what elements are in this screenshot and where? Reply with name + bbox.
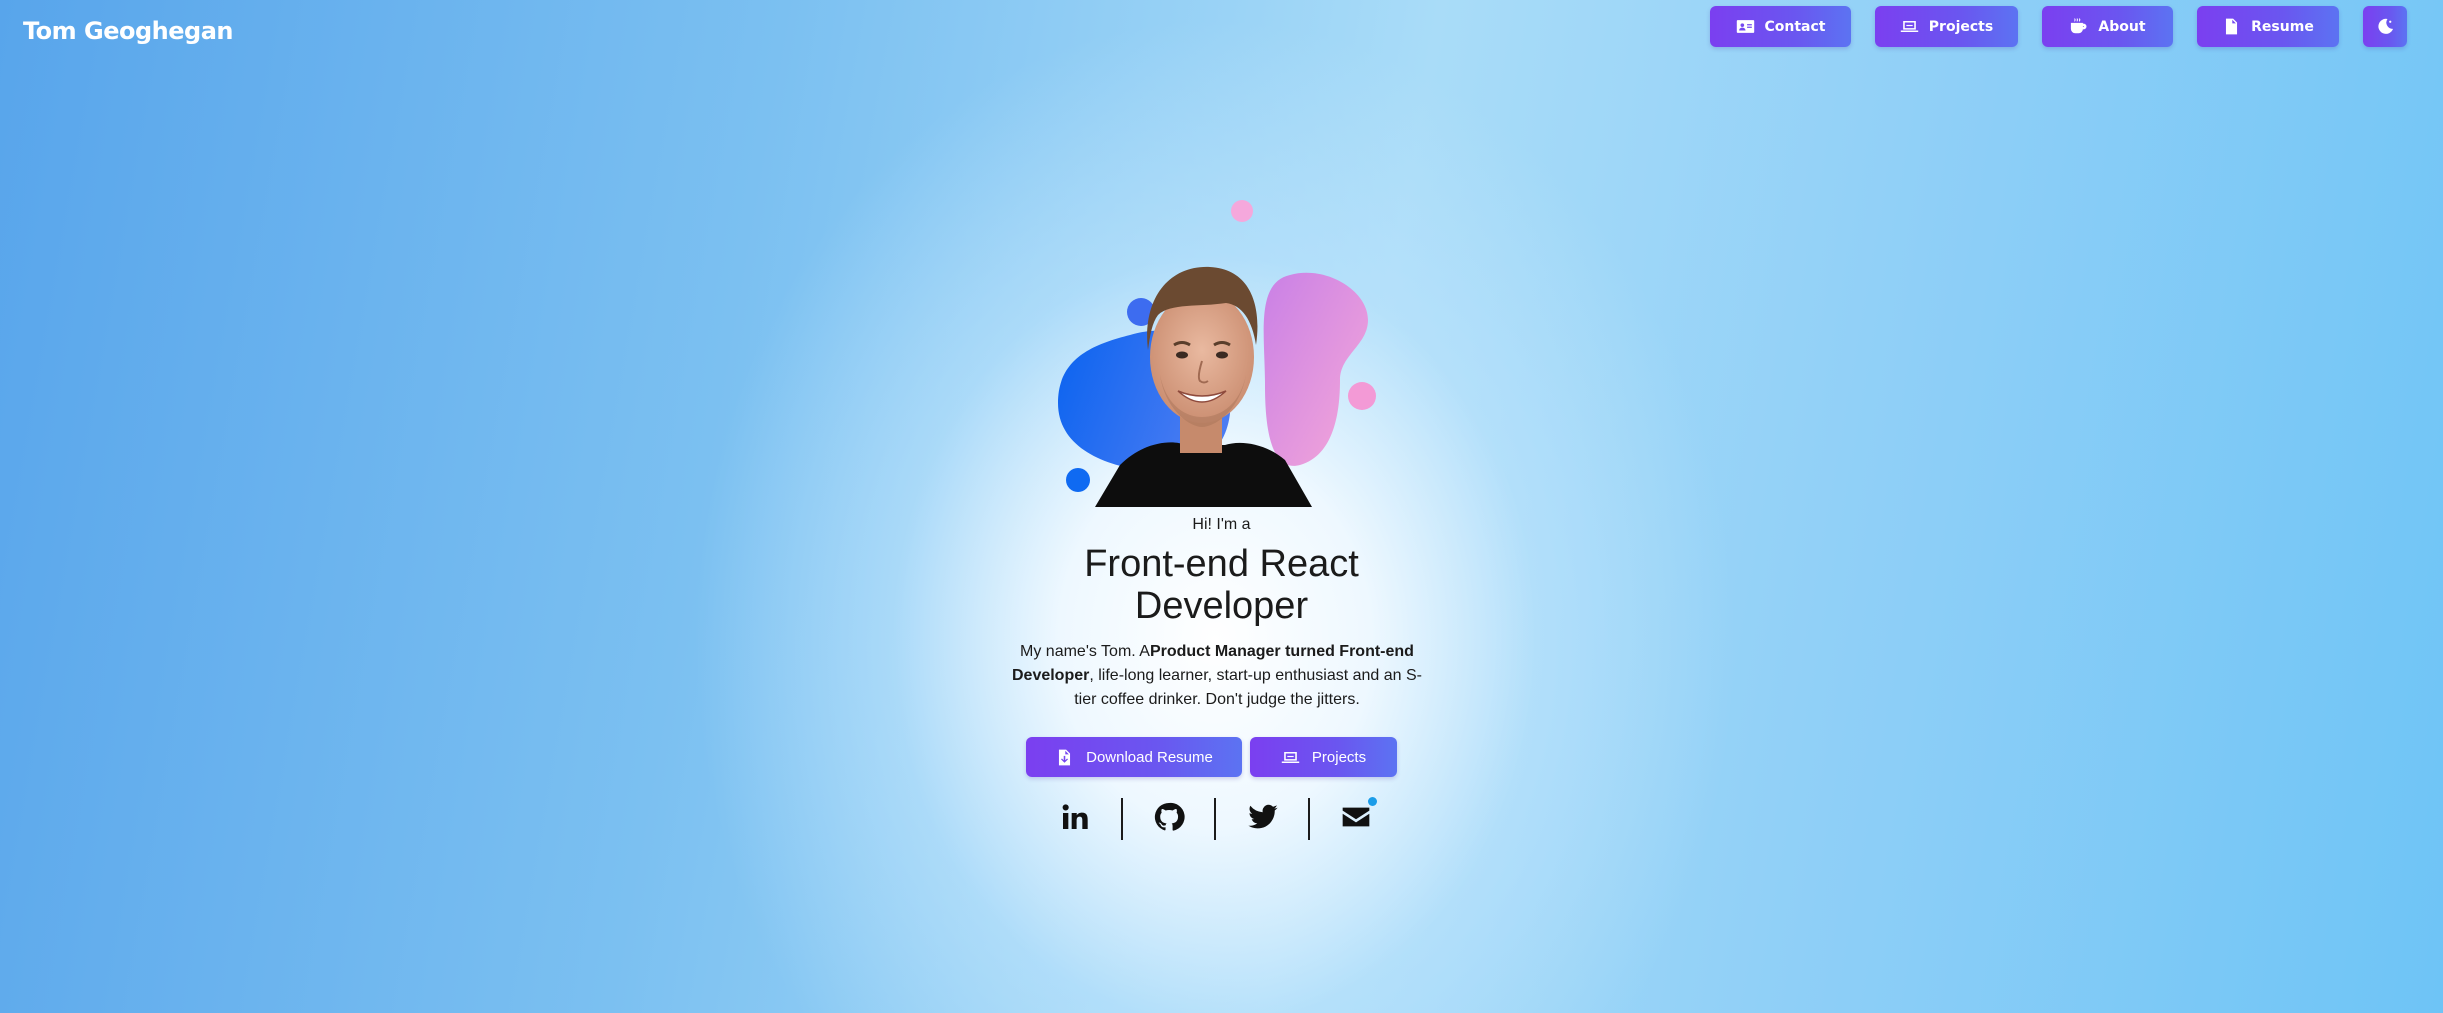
twitter-link[interactable]	[1243, 797, 1283, 837]
projects-cta-button[interactable]: Projects	[1250, 737, 1397, 777]
github-icon	[1154, 802, 1185, 831]
coffee-icon	[2071, 18, 2087, 34]
download-resume-label: Download Resume	[1086, 748, 1213, 766]
document-icon	[2226, 18, 2238, 35]
moon-icon	[2377, 18, 2393, 34]
laptop-icon	[1900, 20, 1919, 33]
linkedin-link[interactable]	[1055, 797, 1095, 837]
hero-bio-prefix: My name's Tom. A	[1020, 643, 1150, 660]
pink-blob	[1263, 272, 1368, 466]
hero-role-line1: Front-end React	[1084, 543, 1359, 585]
nav-contact-button[interactable]: Contact	[1710, 6, 1851, 47]
nav-about-button[interactable]: About	[2042, 6, 2173, 47]
social-divider	[1121, 798, 1123, 840]
nav-about-label: About	[2098, 18, 2146, 35]
decor-dot-pink-top	[1231, 200, 1253, 222]
laptop-icon	[1281, 751, 1300, 763]
profile-hero-illustration	[1058, 200, 1376, 507]
social-divider	[1308, 798, 1310, 840]
hero-role-line2: Developer	[1134, 585, 1309, 627]
twitter-icon	[1248, 804, 1278, 829]
hero-role-title: Front-end React Developer	[0, 543, 2443, 627]
github-link[interactable]	[1149, 797, 1189, 837]
social-divider	[1214, 798, 1216, 840]
hero-bio-suffix: , life-long learner, start-up enthusiast…	[1074, 667, 1422, 708]
notification-dot	[1368, 797, 1377, 806]
nav-contact-label: Contact	[1764, 18, 1826, 35]
envelope-icon	[1342, 807, 1370, 827]
nav-projects-button[interactable]: Projects	[1875, 6, 2018, 47]
decor-dot-blue-bottom	[1066, 468, 1090, 492]
hero-intro: Hi! I'm a	[1192, 516, 1251, 533]
hero-bio: My name's Tom. AProduct Manager turned F…	[1003, 640, 1431, 712]
decor-dot-pink-right	[1348, 382, 1376, 410]
nav-projects-label: Projects	[1928, 18, 1994, 35]
linkedin-icon	[1062, 804, 1088, 829]
nav-resume-label: Resume	[2251, 18, 2314, 35]
contact-card-icon	[1736, 20, 1754, 33]
theme-toggle-button[interactable]	[2363, 6, 2407, 47]
site-logo-name[interactable]: Tom Geoghegan	[23, 17, 234, 45]
file-download-icon	[1059, 749, 1071, 765]
nav-resume-button[interactable]: Resume	[2197, 6, 2339, 47]
download-resume-button[interactable]: Download Resume	[1026, 737, 1242, 777]
projects-cta-label: Projects	[1311, 748, 1367, 766]
